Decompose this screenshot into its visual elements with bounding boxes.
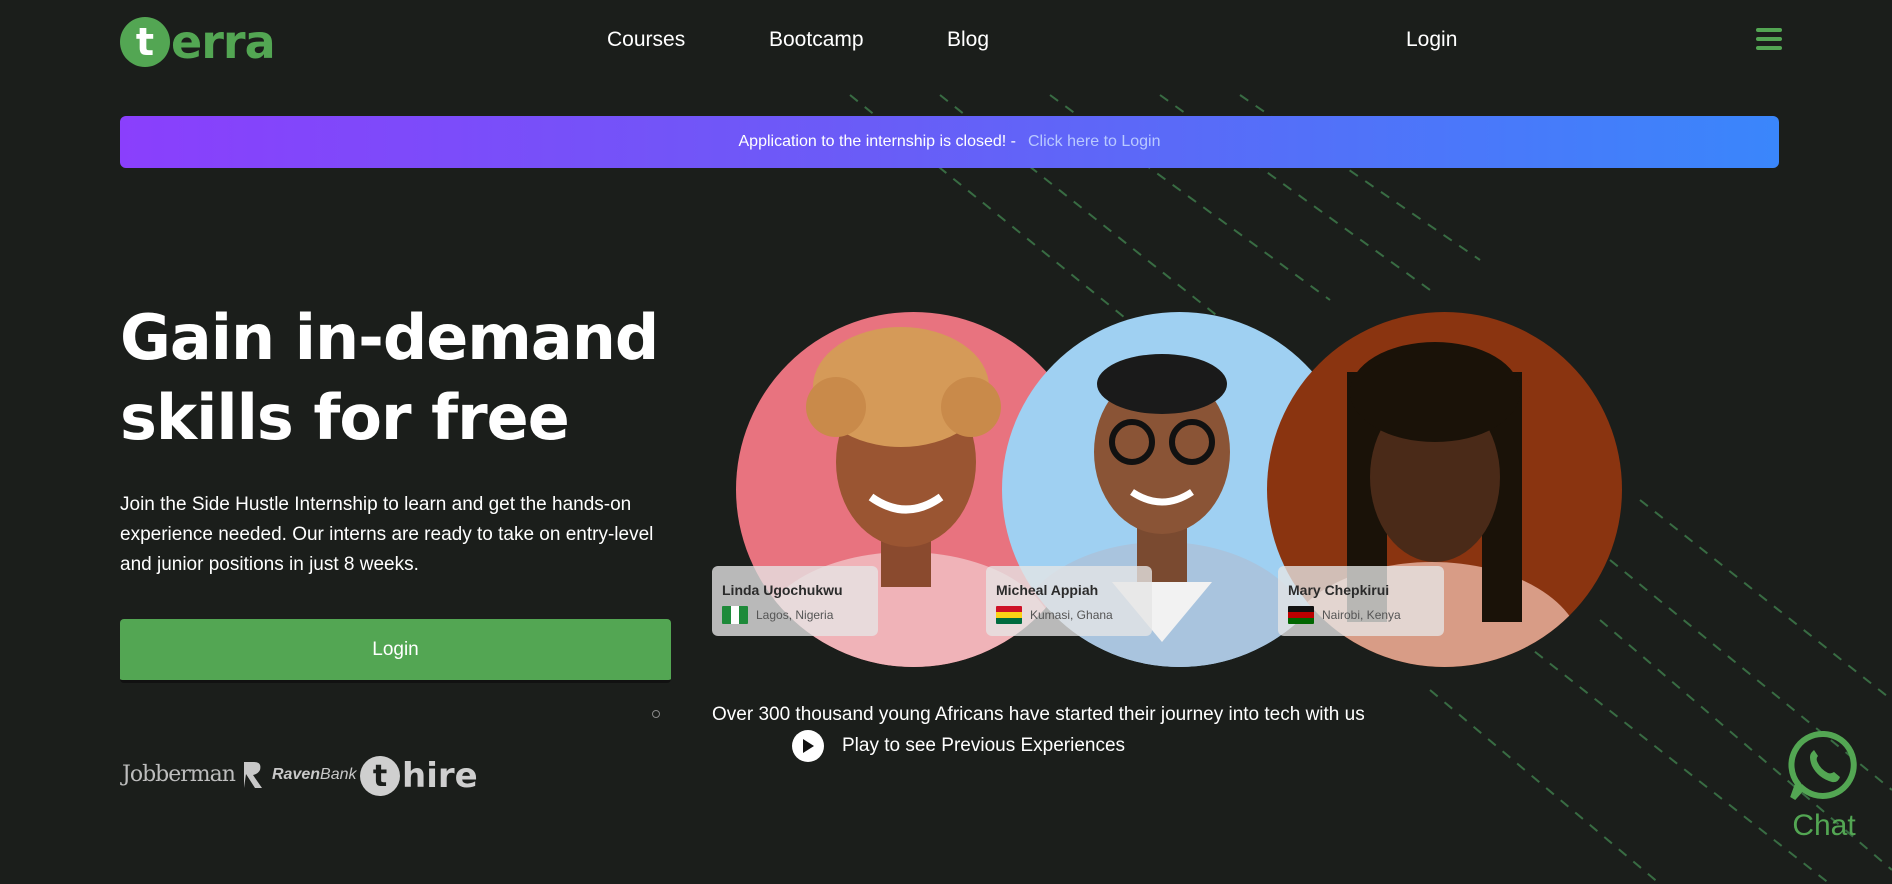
intern-showcase: Linda Ugochukwu Lagos, Nigeria Micheal A… bbox=[700, 300, 1640, 680]
hero-title-line1: Gain in-demand bbox=[120, 301, 659, 374]
hero-login-button[interactable]: Login bbox=[120, 619, 671, 683]
whatsapp-icon[interactable] bbox=[1788, 730, 1860, 802]
thire-logo: t hire bbox=[360, 756, 478, 796]
kenya-flag-icon bbox=[1288, 606, 1314, 624]
jobberman-logo: Jobberman bbox=[122, 762, 236, 787]
internship-closed-banner: Application to the internship is closed!… bbox=[120, 116, 1779, 168]
raven-icon bbox=[244, 762, 262, 788]
intern-location: Nairobi, Kenya bbox=[1322, 608, 1401, 622]
landing-page: t erra Courses Bootcamp Blog Login Appli… bbox=[0, 0, 1892, 884]
thire-text: hire bbox=[402, 756, 478, 796]
nav-link-courses[interactable]: Courses bbox=[607, 28, 685, 52]
nav-link-blog[interactable]: Blog bbox=[947, 28, 989, 52]
hero-title: Gain in-demand skills for free bbox=[120, 298, 680, 458]
ghana-flag-icon bbox=[996, 606, 1022, 624]
whatsapp-chat-button[interactable]: Chat bbox=[1786, 730, 1862, 850]
intern-card: Linda Ugochukwu Lagos, Nigeria bbox=[712, 566, 878, 636]
ravenbank-rest: Bank bbox=[320, 766, 357, 783]
intern-name: Micheal Appiah bbox=[996, 582, 1099, 598]
banner-message: Application to the internship is closed!… bbox=[738, 133, 1016, 150]
intern-card: Micheal Appiah Kumasi, Ghana bbox=[986, 566, 1152, 636]
chat-label[interactable]: Chat bbox=[1786, 809, 1862, 843]
thire-mark: t bbox=[360, 756, 400, 796]
carousel-dot[interactable] bbox=[652, 710, 660, 718]
nav-link-bootcamp[interactable]: Bootcamp bbox=[769, 28, 864, 52]
intern-card: Mary Chepkirui Nairobi, Kenya bbox=[1278, 566, 1444, 636]
ravenbank-bold: Raven bbox=[272, 766, 321, 783]
journey-text: Over 300 thousand young Africans have st… bbox=[712, 704, 1365, 725]
hero-title-line2: skills for free bbox=[120, 381, 570, 454]
ravenbank-logo: RavenBank bbox=[240, 760, 357, 790]
nigeria-flag-icon bbox=[722, 606, 748, 624]
play-label[interactable]: Play to see Previous Experiences bbox=[842, 735, 1125, 757]
play-experiences-button[interactable]: Play to see Previous Experiences bbox=[792, 730, 1125, 762]
banner-login-link[interactable]: Click here to Login bbox=[1028, 133, 1161, 151]
intern-name: Linda Ugochukwu bbox=[722, 582, 843, 598]
intern-name: Mary Chepkirui bbox=[1288, 582, 1390, 598]
hero-description: Join the Side Hustle Internship to learn… bbox=[120, 494, 654, 575]
main-nav: Courses Bootcamp Blog Login bbox=[0, 28, 1892, 58]
play-icon[interactable] bbox=[792, 730, 824, 762]
hamburger-icon[interactable] bbox=[1756, 28, 1782, 50]
nav-login-link[interactable]: Login bbox=[1406, 28, 1457, 52]
intern-location: Kumasi, Ghana bbox=[1030, 608, 1113, 622]
intern-location: Lagos, Nigeria bbox=[756, 608, 834, 622]
